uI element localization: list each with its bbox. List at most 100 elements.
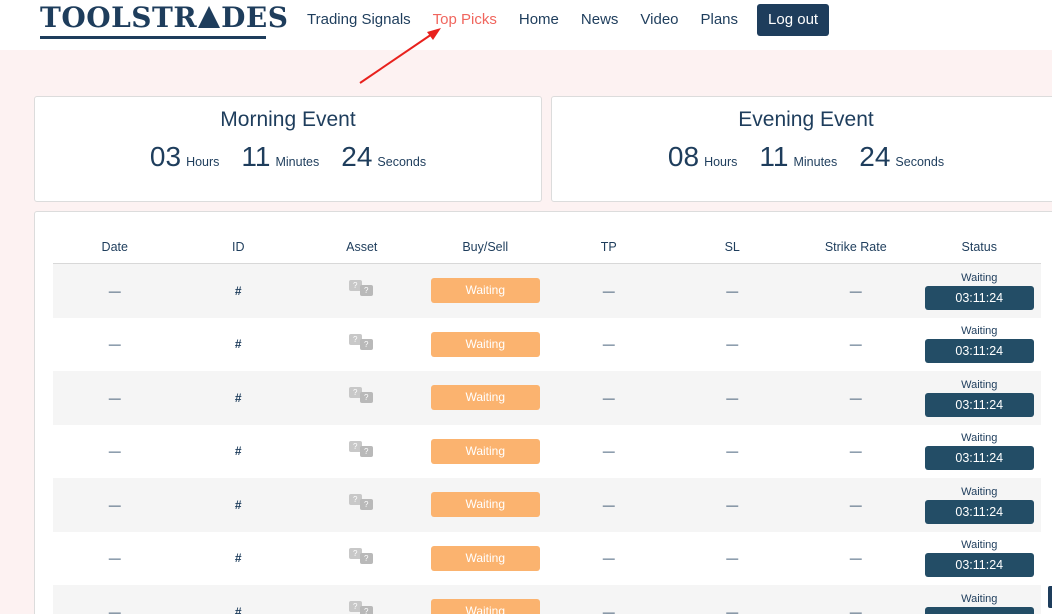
cell-id: # [234,283,242,298]
morning-minutes-value: 11 [241,141,271,172]
table-row[interactable]: —#??Waiting———Waiting03:11:24 [53,478,1041,532]
cell-asset: ?? [300,387,424,408]
cell-sl: — [726,551,739,566]
cell-tp: — [602,337,615,352]
cell-sl: — [726,444,739,459]
table-row[interactable]: —#??Waiting———Waiting03:11:24 [53,264,1041,318]
nav-home[interactable]: Home [508,4,570,36]
evening-hours-label: Hours [704,155,738,169]
asset-placeholder-icon: ?? [348,440,375,459]
cell-sl: — [726,337,739,352]
table-row[interactable]: —#??Waiting———Waiting03:11:24 [53,371,1041,425]
cell-asset: ?? [300,440,424,462]
morning-minutes-label: Minutes [275,155,320,169]
waiting-badge[interactable]: Waiting [430,385,540,411]
asset-placeholder-icon: ?? [348,494,375,512]
cell-asset: ?? [300,280,424,301]
waiting-badge[interactable]: Waiting [430,545,540,571]
cell-strike-rate: — [849,604,862,614]
asset-placeholder-icon: ?? [348,280,375,298]
cell-status: Waiting03:11:24 [918,432,1042,471]
table-row[interactable]: — #?? Waiting — — — Waiting03:11:24 [53,425,1041,479]
status-timer-badge[interactable]: 03:11:24 [924,392,1034,417]
header-status: Status [961,240,997,254]
cell-sl: — [726,497,739,512]
morning-seconds-label: Seconds [377,155,427,169]
header-asset: Asset [346,240,378,254]
scroll-edge-tab[interactable] [1048,586,1052,608]
status-label: Waiting [961,485,998,498]
nav-news[interactable]: News [570,4,630,36]
cell-asset: ?? [300,547,424,569]
cell-status: Waiting03:11:24 [918,593,1042,614]
cell-date: — [108,390,121,405]
cell-strike-rate: — [849,283,862,298]
header-tp: TP [600,240,617,254]
toolstrades-logo[interactable]: TOOLSTR DES [40,2,288,34]
status-timer-badge[interactable]: 03:11:24 [924,553,1034,578]
status-timer-badge[interactable]: 03:11:24 [924,499,1034,524]
nav-video[interactable]: Video [629,4,689,36]
cell-strike-rate: — [849,551,862,566]
cell-id: # [234,444,242,459]
cell-buy-sell: Waiting [424,492,548,518]
cell-tp: — [602,551,615,566]
morning-event-title: Morning Event [220,108,356,131]
table-row[interactable]: —#??Waiting———Waiting03:11:24 [53,532,1041,586]
cell-id: # [234,337,242,352]
status-timer-badge[interactable]: 03:11:24 [924,285,1034,310]
logout-button[interactable]: Log out [757,4,830,36]
top-header: TOOLSTR DES Trading Signals Top Picks Hom… [0,0,1052,50]
cell-strike-rate: — [849,444,862,459]
cell-status: Waiting03:11:24 [918,325,1042,364]
status-label: Waiting [961,325,998,338]
waiting-badge[interactable]: Waiting [430,331,540,357]
cell-id: # [234,390,242,405]
table-row[interactable]: —#??Waiting———Waiting03:11:24 [53,585,1041,614]
cell-strike-rate: — [849,390,862,405]
table-row[interactable]: —#??Waiting———Waiting03:11:24 [53,318,1041,372]
annotation-arrow-icon [359,28,441,84]
cell-status: Waiting03:11:24 [918,272,1042,310]
cell-strike-rate: — [849,337,862,352]
waiting-badge[interactable]: Waiting [430,492,540,518]
cell-status: Waiting03:11:24 [918,379,1042,417]
evening-countdown: 08 Hours 11 Minutes 24 Seconds [552,141,1052,173]
cell-asset: ?? [300,601,424,614]
header-id: ID [232,240,245,254]
header-sl: SL [724,240,740,254]
status-timer-badge[interactable]: 03:11:24 [924,446,1034,471]
cell-tp: — [602,283,615,298]
waiting-badge[interactable]: Waiting [430,438,540,464]
evening-hours-value: 08 [667,141,700,172]
status-label: Waiting [961,271,998,284]
header-date: Date [101,240,128,254]
cell-tp: — [602,390,615,405]
status-timer-badge[interactable]: 03:11:24 [924,339,1034,364]
cell-date: — [108,497,121,512]
logo-text-end: DES [221,1,289,34]
cell-buy-sell: Waiting [424,599,548,614]
cell-tp: — [602,444,615,459]
status-timer-badge[interactable]: 03:11:24 [924,606,1034,614]
cell-id: # [234,551,242,566]
cell-date: — [108,551,121,566]
cell-strike-rate: — [849,497,862,512]
waiting-badge[interactable]: Waiting [430,599,540,614]
cell-asset: ?? [300,333,424,355]
status-label: Waiting [961,539,998,552]
cell-tp: — [602,497,615,512]
asset-placeholder-icon: ?? [348,601,375,614]
cell-id: # [234,604,242,614]
asset-placeholder-icon: ?? [348,333,375,352]
cell-status: Waiting03:11:24 [918,539,1042,578]
evening-event-card: Evening Event 08 Hours 11 Minutes 24 Second… [551,96,1052,202]
evening-seconds-label: Seconds [895,155,945,169]
nav-plans[interactable]: Plans [690,4,750,36]
header-strike-rate: Strike Rate [824,240,887,254]
status-label: Waiting [961,592,998,605]
morning-event-card: Morning Event 03 Hours 11 Minutes 24 Second… [34,96,542,202]
cell-date: — [108,444,121,459]
waiting-badge[interactable]: Waiting [430,278,540,304]
cell-date: — [108,337,121,352]
